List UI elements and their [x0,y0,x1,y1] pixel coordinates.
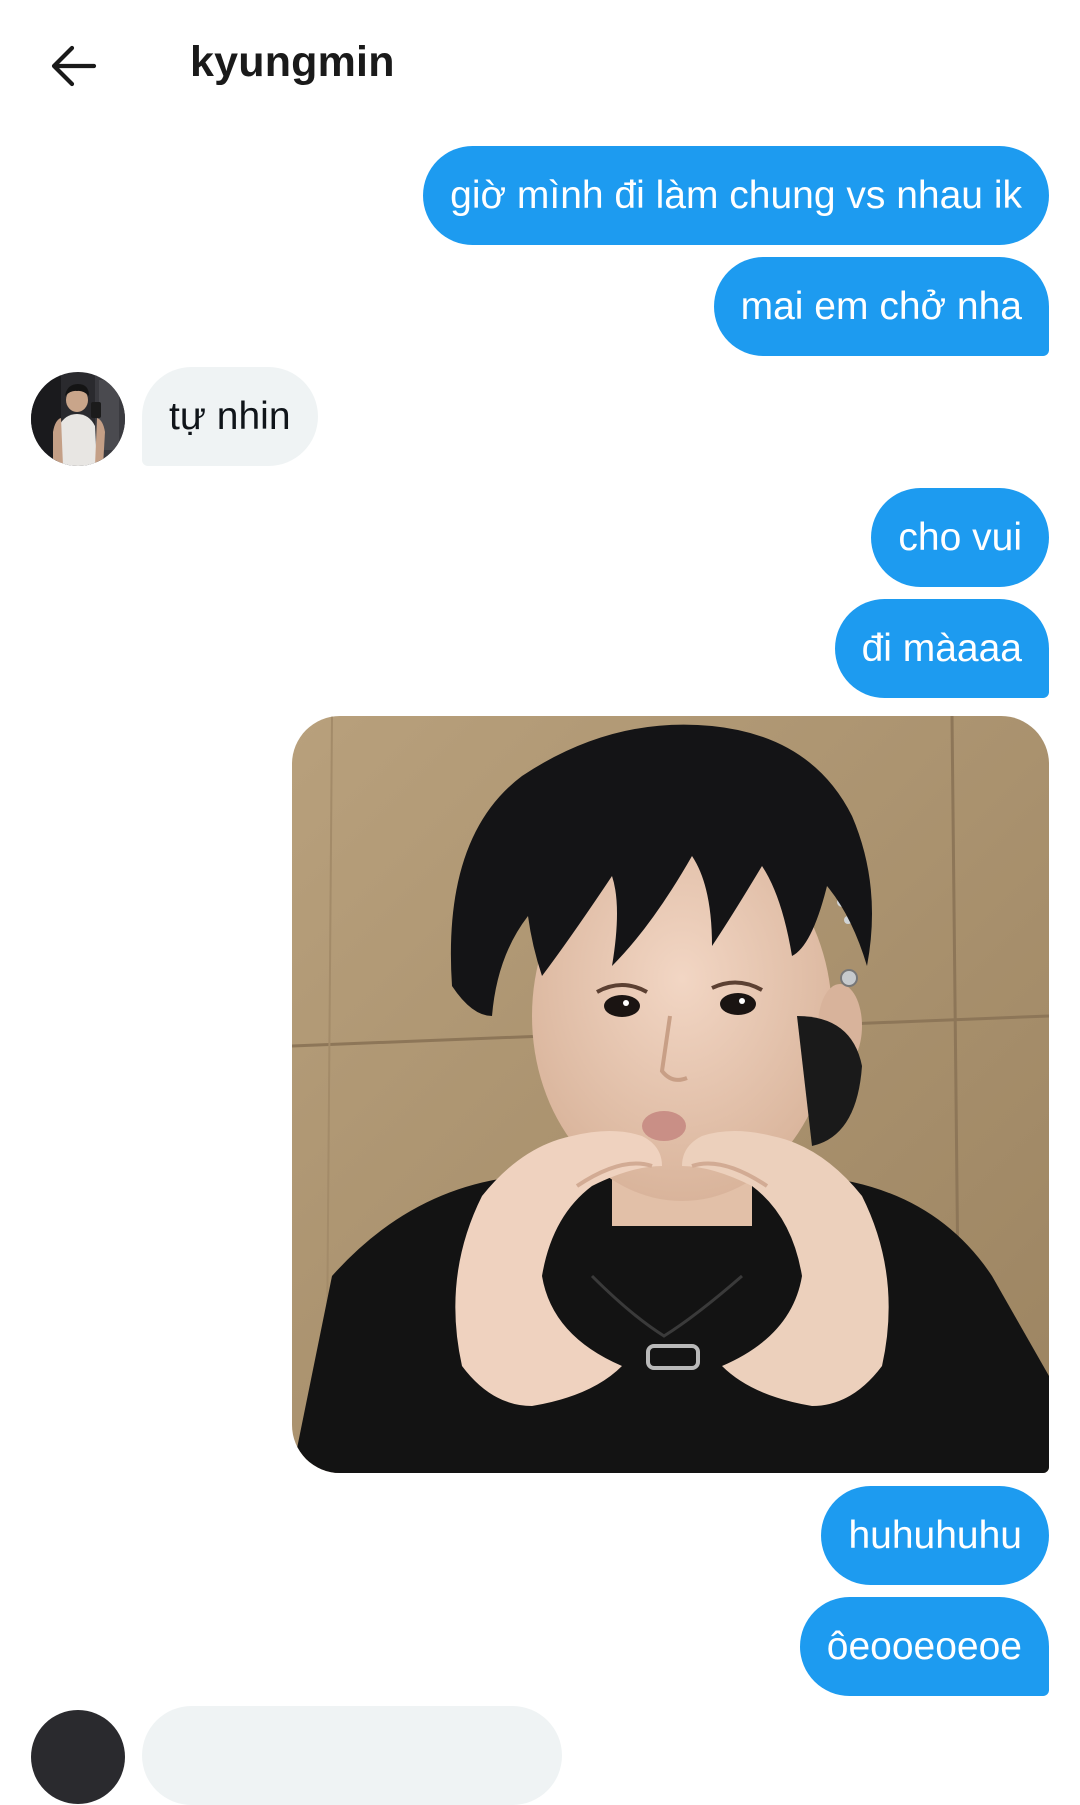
arrow-left-icon [51,45,97,87]
message-text: giờ mình đi làm chung vs nhau ik [450,173,1022,217]
message-photo[interactable] [292,716,1049,1473]
message-bubble-outgoing[interactable]: huhuhuhu [821,1486,1049,1585]
avatar-image [31,372,125,466]
photo-image [292,716,1049,1473]
message-text: ôeooeoeoe [826,1624,1022,1668]
message-bubble-outgoing[interactable]: đi màaaa [834,599,1049,698]
message-bubble-outgoing[interactable]: ôeooeoeoe [799,1597,1049,1696]
message-text: huhuhuhu [848,1513,1022,1557]
message-text: mai em chở nha [740,284,1022,328]
message-text: cho vui [898,515,1022,559]
message-bubble-incoming[interactable]: tự nhin [142,367,318,466]
message-bubble-outgoing[interactable]: cho vui [871,488,1049,587]
avatar-image [31,1710,125,1804]
message-bubble-outgoing[interactable]: mai em chở nha [713,257,1049,356]
message-text: tự nhin [169,394,291,438]
message-bubble-outgoing[interactable]: giờ mình đi làm chung vs nhau ik [423,146,1049,245]
contact-avatar[interactable] [31,1710,125,1804]
message-text: đi màaaa [861,626,1022,670]
conversation-title[interactable]: kyungmin [190,38,395,87]
chat-header: kyungmin [0,0,1080,132]
message-bubble-incoming[interactable] [142,1706,562,1805]
contact-avatar[interactable] [31,372,125,466]
back-button[interactable] [44,40,102,92]
